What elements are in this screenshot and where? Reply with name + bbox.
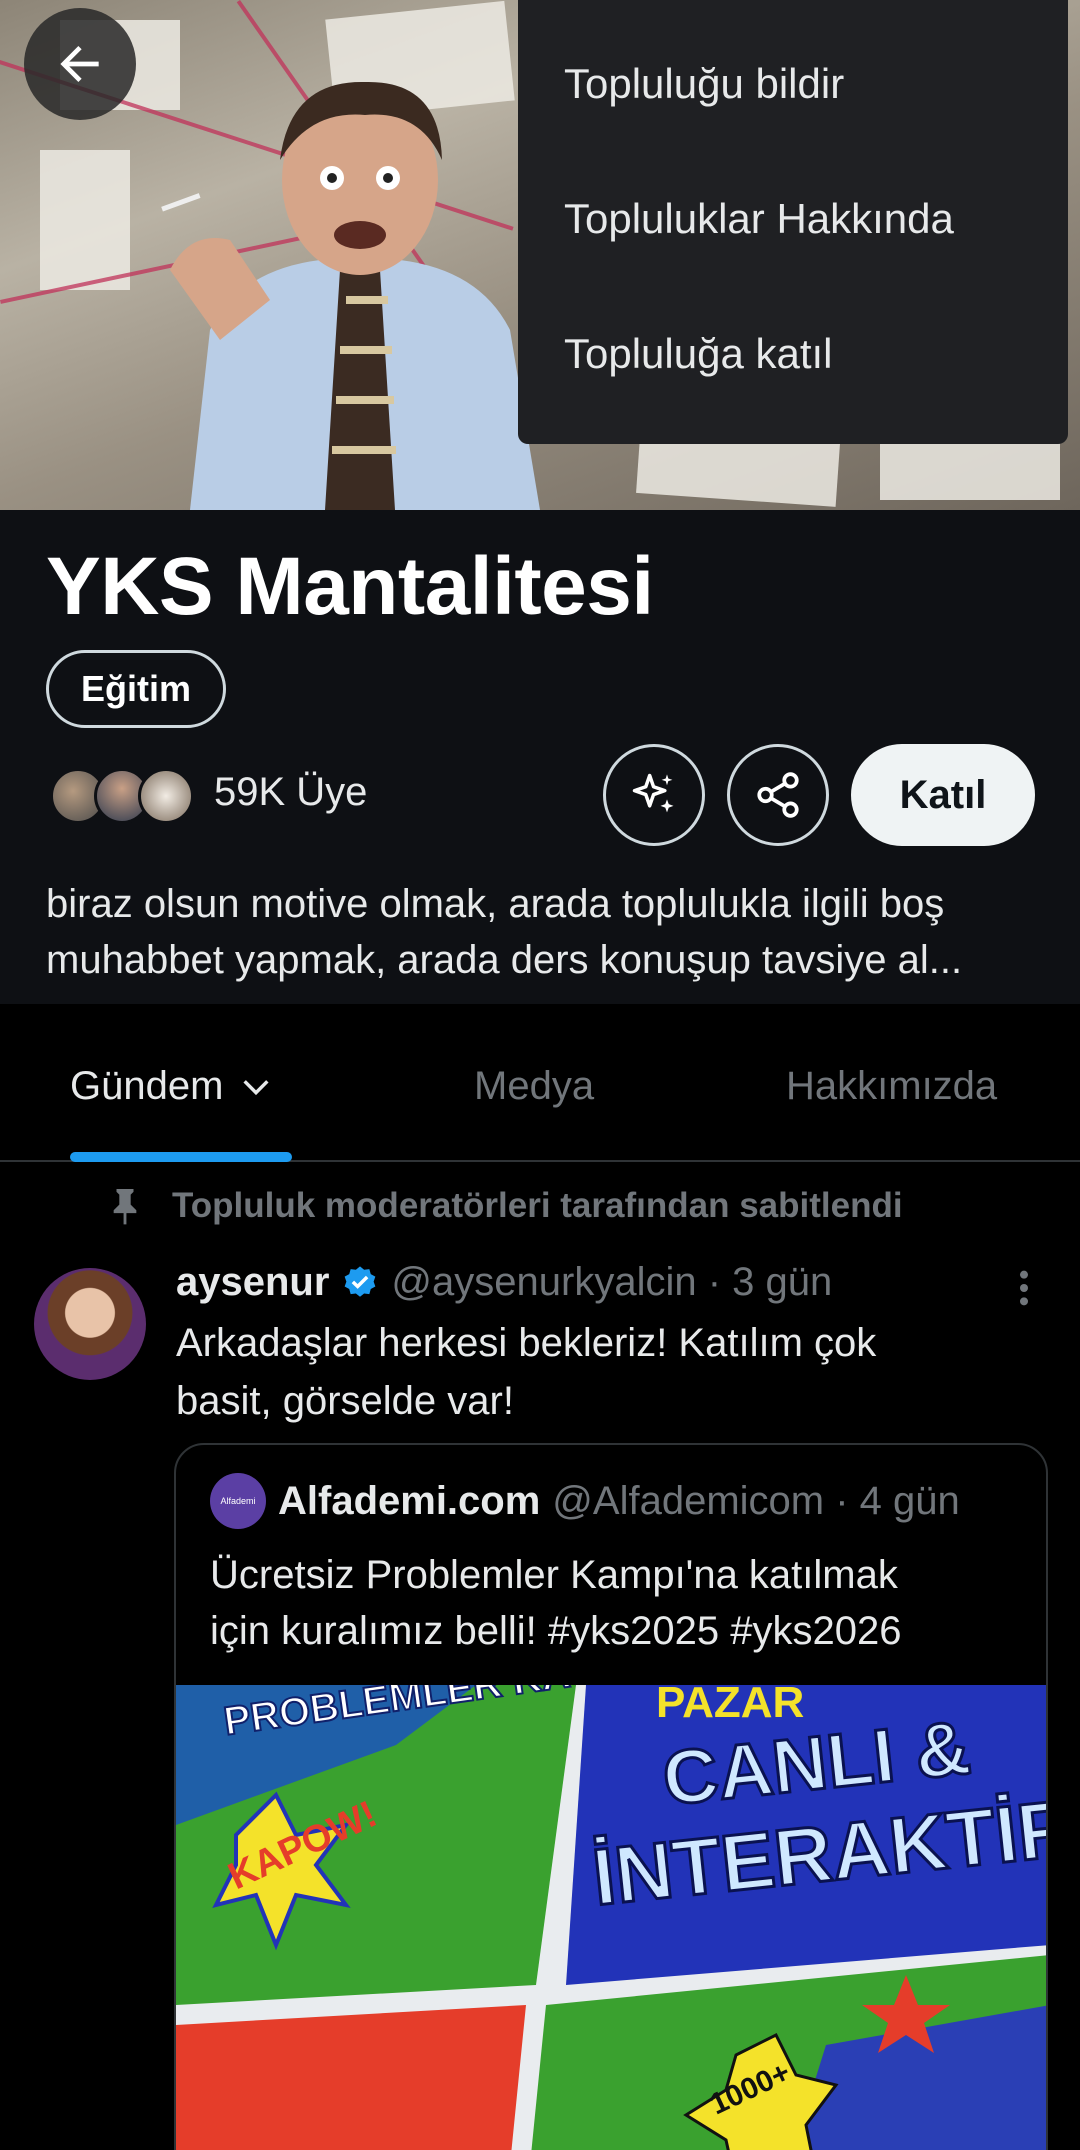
quoted-post[interactable]: Alfademi Alfademi.com @Alfademicom · 4 g… xyxy=(174,1443,1048,2150)
tab-bar: Gündem Medya Hakkımızda xyxy=(0,1004,1080,1162)
quoted-author-name: Alfademi.com xyxy=(278,1478,541,1523)
chevron-down-icon xyxy=(243,1079,269,1095)
pin-icon xyxy=(113,1189,137,1225)
tab-label: Gündem xyxy=(70,1064,224,1108)
category-chip[interactable]: Eğitim xyxy=(46,650,227,728)
logo-text: Alfademi xyxy=(220,1496,256,1506)
description-line: muhabbet yapmak, arada ders konuşup tavs… xyxy=(46,938,963,982)
quoted-text-line: Ücretsiz Problemler Kampı'na katılmak xyxy=(210,1553,898,1597)
avatar xyxy=(138,768,194,824)
quoted-text: Ücretsiz Problemler Kampı'na katılmak iç… xyxy=(210,1547,1030,1659)
post-more-button[interactable] xyxy=(1014,1268,1034,1313)
member-count[interactable]: 59K Üye xyxy=(214,770,367,815)
arrow-left-icon xyxy=(60,46,99,82)
quoted-text-line: için kuralımız belli! #yks2025 #yks2026 xyxy=(210,1609,902,1653)
back-button[interactable] xyxy=(24,8,136,120)
description-line: biraz olsun motive olmak, arada topluluk… xyxy=(46,882,945,926)
join-button[interactable]: Katıl xyxy=(851,744,1035,846)
community-description[interactable]: biraz olsun motive olmak, arada topluluk… xyxy=(46,876,1046,988)
sparkle-icon xyxy=(632,773,674,813)
post-text-line: basit, görselde var! xyxy=(176,1379,514,1423)
menu-item-join-community[interactable]: Topluluğa katıl xyxy=(518,312,1068,447)
verified-badge-icon xyxy=(341,1264,379,1302)
post-header: aysenur @aysenurkyalcin · 3 gün xyxy=(176,1260,832,1305)
tab-trending[interactable]: Gündem xyxy=(70,1064,273,1109)
community-title: YKS Mantalitesi xyxy=(46,541,654,632)
post-text-line: Arkadaşlar herkesi bekleriz! Katılım çok xyxy=(176,1321,877,1365)
menu-item-about-communities[interactable]: Topluluklar Hakkında xyxy=(518,177,1068,312)
alfademi-logo: Alfademi xyxy=(210,1473,266,1529)
post-text: Arkadaşlar herkesi bekleriz! Katılım çok… xyxy=(176,1314,1036,1430)
post-author-name[interactable]: aysenur xyxy=(176,1260,329,1305)
share-button[interactable] xyxy=(727,744,829,846)
tab-media[interactable]: Medya xyxy=(474,1064,594,1109)
pinned-indicator: Topluluk moderatörleri tarafından sabitl… xyxy=(108,1186,903,1226)
post-author-avatar[interactable] xyxy=(34,1268,146,1380)
more-vertical-icon xyxy=(1020,1270,1028,1306)
menu-item-report-community[interactable]: Topluluğu bildir xyxy=(518,42,1068,177)
community-header: YKS Mantalitesi Eğitim 59K Üye Katıl bir… xyxy=(0,510,1080,1004)
active-tab-indicator xyxy=(70,1152,292,1162)
banner-paper xyxy=(40,150,130,290)
pinned-label: Topluluk moderatörleri tarafından sabitl… xyxy=(172,1186,903,1225)
quoted-post-header: Alfademi Alfademi.com @Alfademicom · 4 g… xyxy=(210,1473,960,1529)
quoted-media-image[interactable]: PROBLEMLER KA KAPOW! PAZAR CANLI & İNTER… xyxy=(176,1685,1048,2150)
tab-about[interactable]: Hakkımızda xyxy=(786,1064,997,1109)
ai-summary-button[interactable] xyxy=(603,744,705,846)
media-text-top-right: PAZAR xyxy=(656,1685,804,1727)
post-handle-time[interactable]: @aysenurkyalcin · 3 gün xyxy=(391,1260,832,1305)
banner-person xyxy=(161,81,540,510)
member-avatars[interactable] xyxy=(50,768,200,824)
quoted-handle-time: @Alfademicom · 4 gün xyxy=(552,1478,960,1523)
overflow-menu: Topluluğu bildir Topluluklar Hakkında To… xyxy=(518,0,1068,444)
share-icon xyxy=(757,772,799,818)
